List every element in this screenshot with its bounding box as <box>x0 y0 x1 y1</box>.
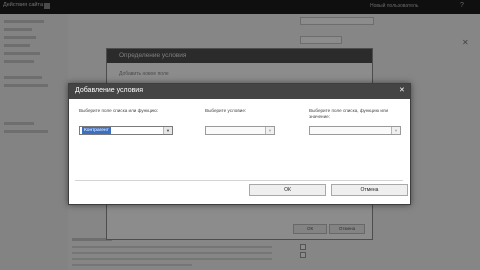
dialog-title: Добавление условия <box>75 87 144 94</box>
field-select[interactable]: Контрагент ▼ <box>79 126 173 135</box>
divider <box>75 180 403 181</box>
chevron-down-icon[interactable]: ▼ <box>265 127 274 134</box>
condition-label: Выберите условие: <box>205 108 247 113</box>
add-condition-dialog: Добавление условия ✕ Выберите поле списк… <box>68 83 411 205</box>
field-select-value: Контрагент <box>82 127 111 134</box>
cancel-button[interactable]: Отмена <box>331 184 408 196</box>
close-icon[interactable]: ✕ <box>399 87 405 95</box>
value-label: Выберите поле списка, функцию или значен… <box>309 108 389 119</box>
ok-button[interactable]: ОК <box>249 184 326 196</box>
dialog-titlebar: Добавление условия ✕ <box>69 84 410 99</box>
value-select[interactable]: ▼ <box>309 126 401 135</box>
chevron-down-icon[interactable]: ▼ <box>391 127 400 134</box>
condition-select[interactable]: ▼ <box>205 126 275 135</box>
field-label: Выберите поле списка или функцию: <box>79 108 159 113</box>
chevron-down-icon[interactable]: ▼ <box>163 127 172 134</box>
